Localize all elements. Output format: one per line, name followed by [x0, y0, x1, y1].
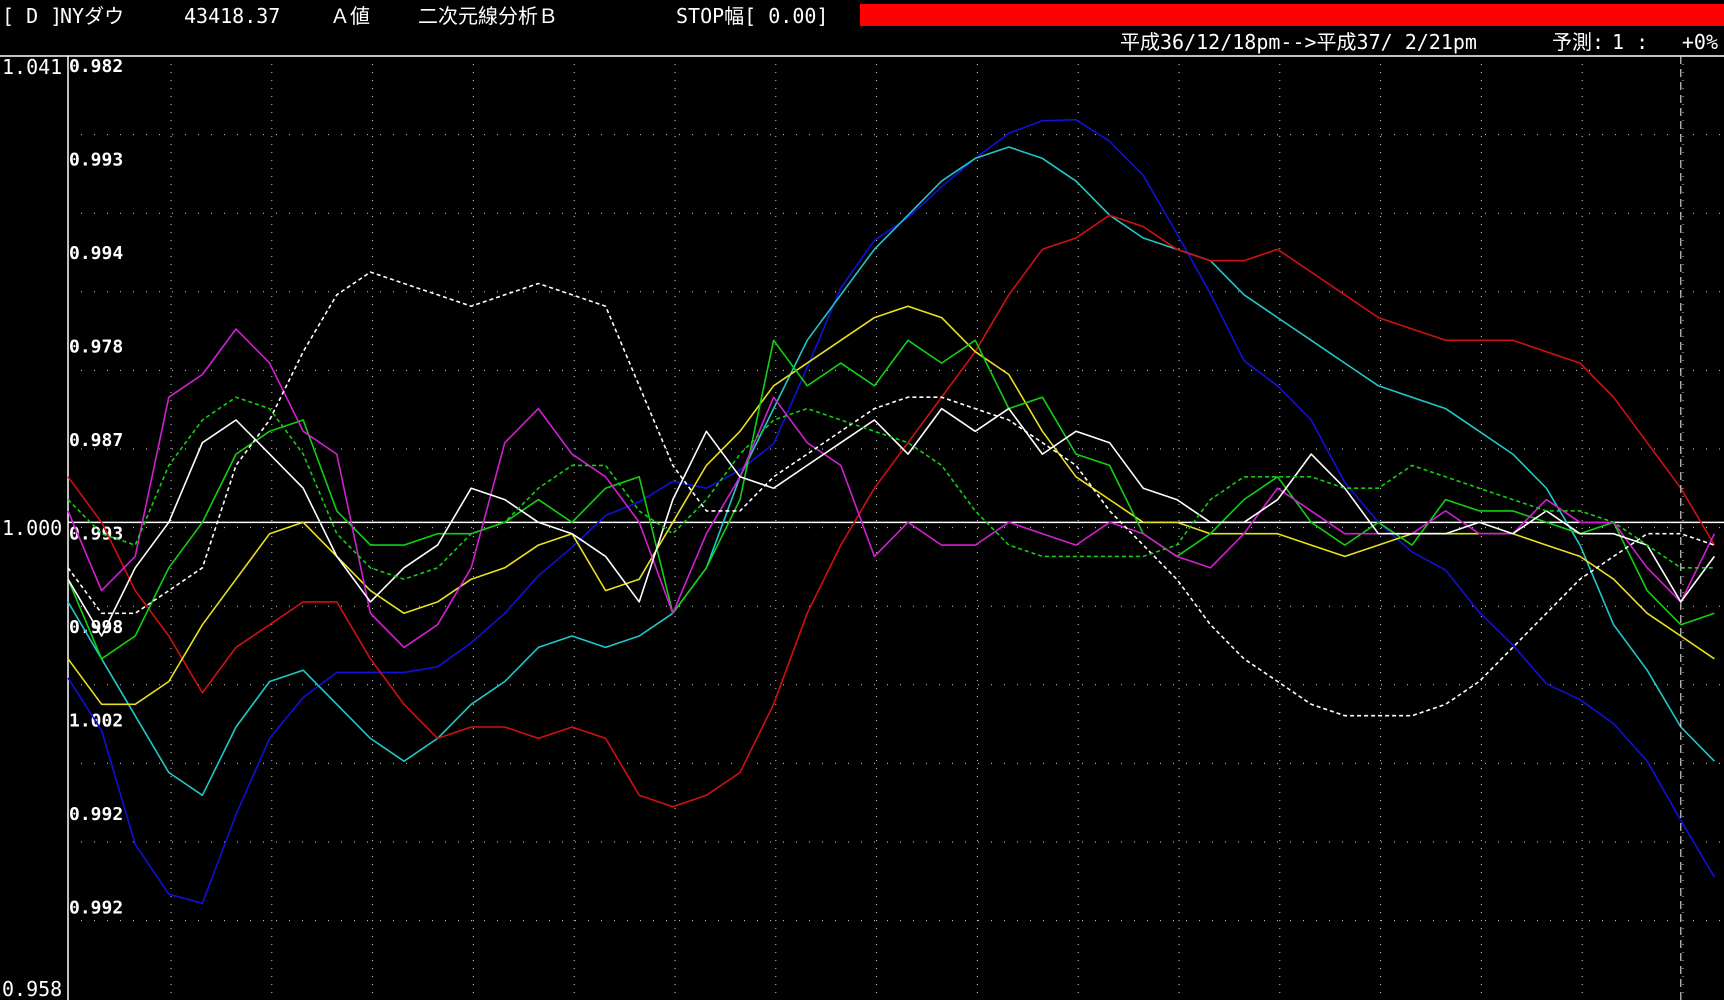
inner-tick-label: 0.987 [69, 430, 123, 451]
analysis-type-selector[interactable]: 二次元線分析Ｂ [418, 4, 558, 28]
y-axis-min-label: 0.958 [2, 977, 62, 1000]
instrument-name[interactable]: NYダウ [60, 4, 124, 28]
period-range: 平成36/12/18pm-->平成37/ 2/21pm [1120, 30, 1477, 54]
chart-area: [ D ] NYダウ 43418.37 Ａ値 二次元線分析Ｂ STOP幅[ 0.… [0, 0, 1724, 1000]
inner-tick-label: 0.978 [69, 337, 123, 358]
inner-tick-label: 0.982 [69, 56, 123, 77]
forecast-label: 予測: [1552, 30, 1604, 54]
stop-indicator-bar [860, 4, 1724, 26]
price-value: 43418.37 [184, 4, 280, 28]
inner-tick-label: 0.993 [69, 150, 123, 171]
inner-tick-label: 0.994 [69, 243, 123, 264]
chart-background [0, 0, 1724, 1000]
inner-tick-label: 0.992 [69, 804, 123, 825]
inner-tick-label: 0.992 [69, 898, 123, 919]
forecast-value: 1 : [1612, 30, 1648, 54]
forecast-percent: +0% [1682, 30, 1718, 54]
mode-indicator[interactable]: [ D ] [2, 4, 62, 28]
y-axis-max-label: 1.041 [2, 55, 62, 79]
value-type-selector[interactable]: Ａ値 [330, 4, 370, 28]
y-axis-mid-label: 1.000 [2, 516, 62, 540]
stop-width-setting[interactable]: STOP幅[ 0.00] [676, 4, 828, 28]
